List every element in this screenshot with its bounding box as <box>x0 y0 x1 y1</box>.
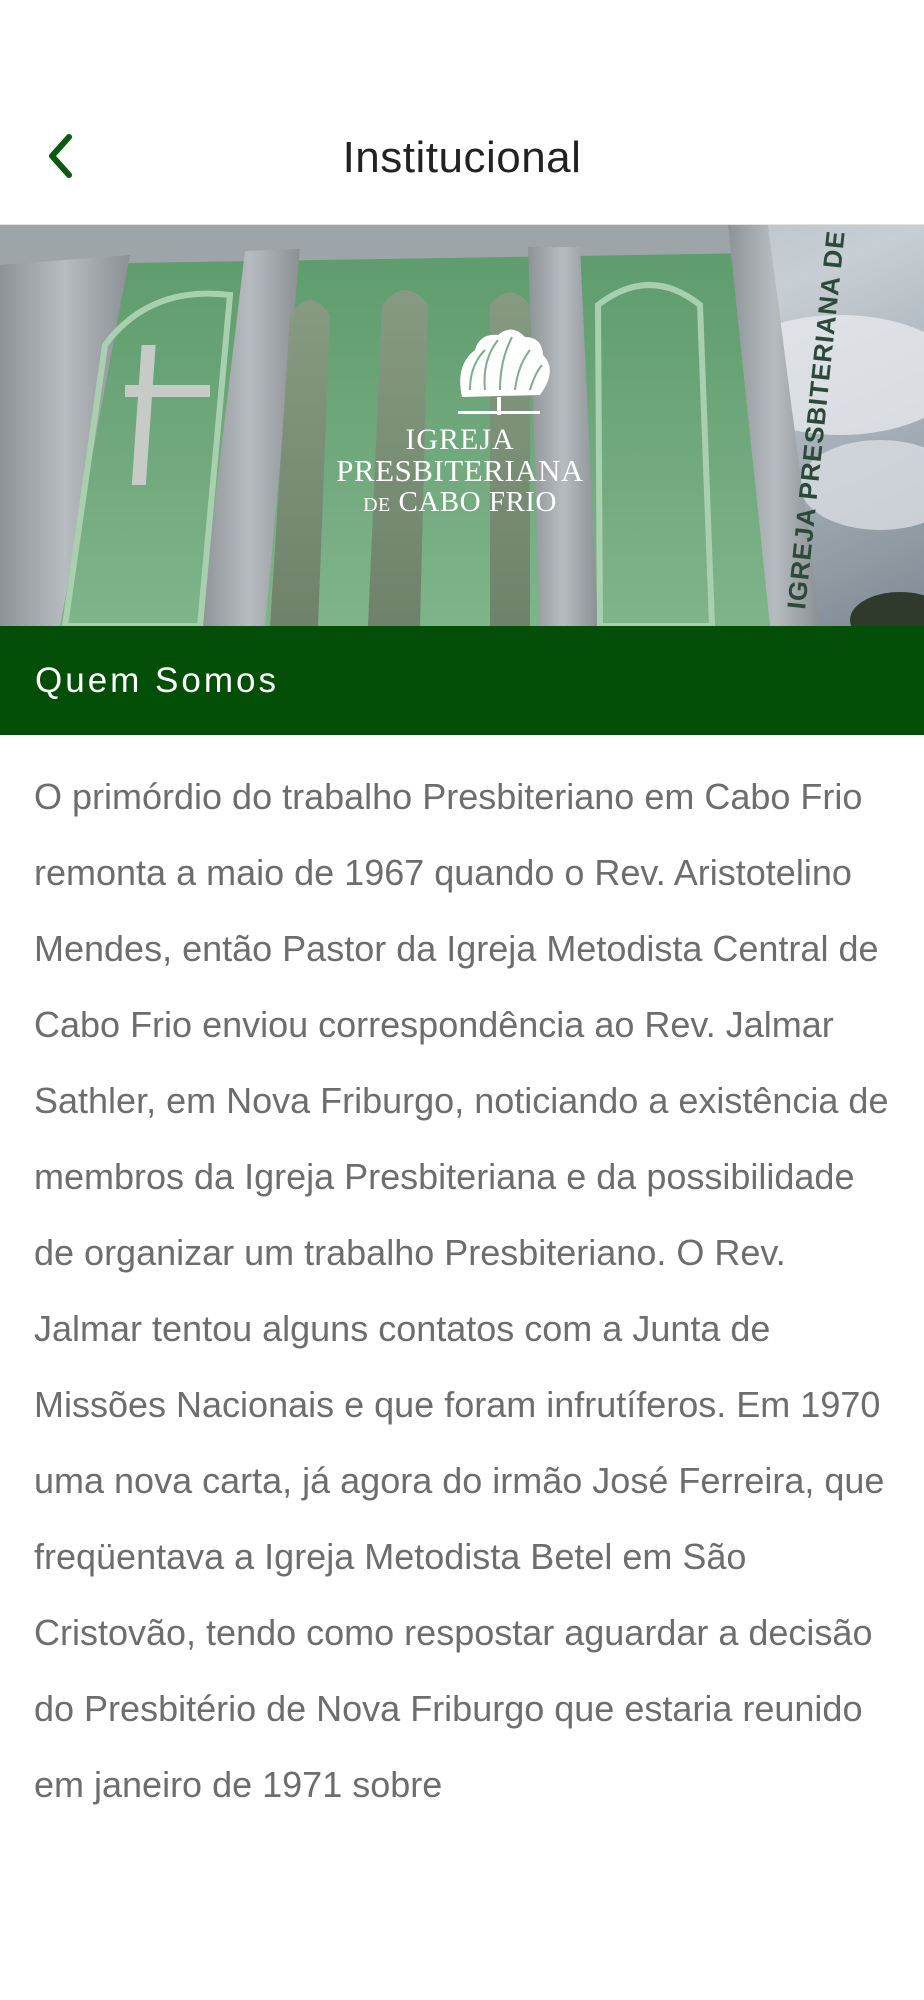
status-bar <box>0 0 924 92</box>
logo-city-name: CABO FRIO <box>398 486 557 518</box>
content-area: O primórdio do trabalho Presbiteriano em… <box>0 735 924 1823</box>
screen: Institucional IGREJA PRESBITERIANA DE CA… <box>0 0 924 2000</box>
logo-prefix-de: DE <box>363 494 391 516</box>
logo-line-presbiteriana: PRESBITERIANA <box>336 453 584 488</box>
logo-line-igreja: IGREJA <box>405 423 515 456</box>
page-title: Institucional <box>342 133 582 182</box>
about-text: O primórdio do trabalho Presbiteriano em… <box>34 776 889 1805</box>
section-title: Quem Somos <box>35 660 279 700</box>
hero-banner: IGREJA PRESBITERIANA DE CABO IGREJA PRES… <box>0 225 924 626</box>
logo-line-cabo-frio: DE CABO FRIO <box>330 487 590 520</box>
navigation-bar: Institucional <box>0 92 924 225</box>
church-logo: IGREJA PRESBITERIANA DE CABO FRIO <box>330 421 590 520</box>
section-header: Quem Somos <box>0 626 924 735</box>
